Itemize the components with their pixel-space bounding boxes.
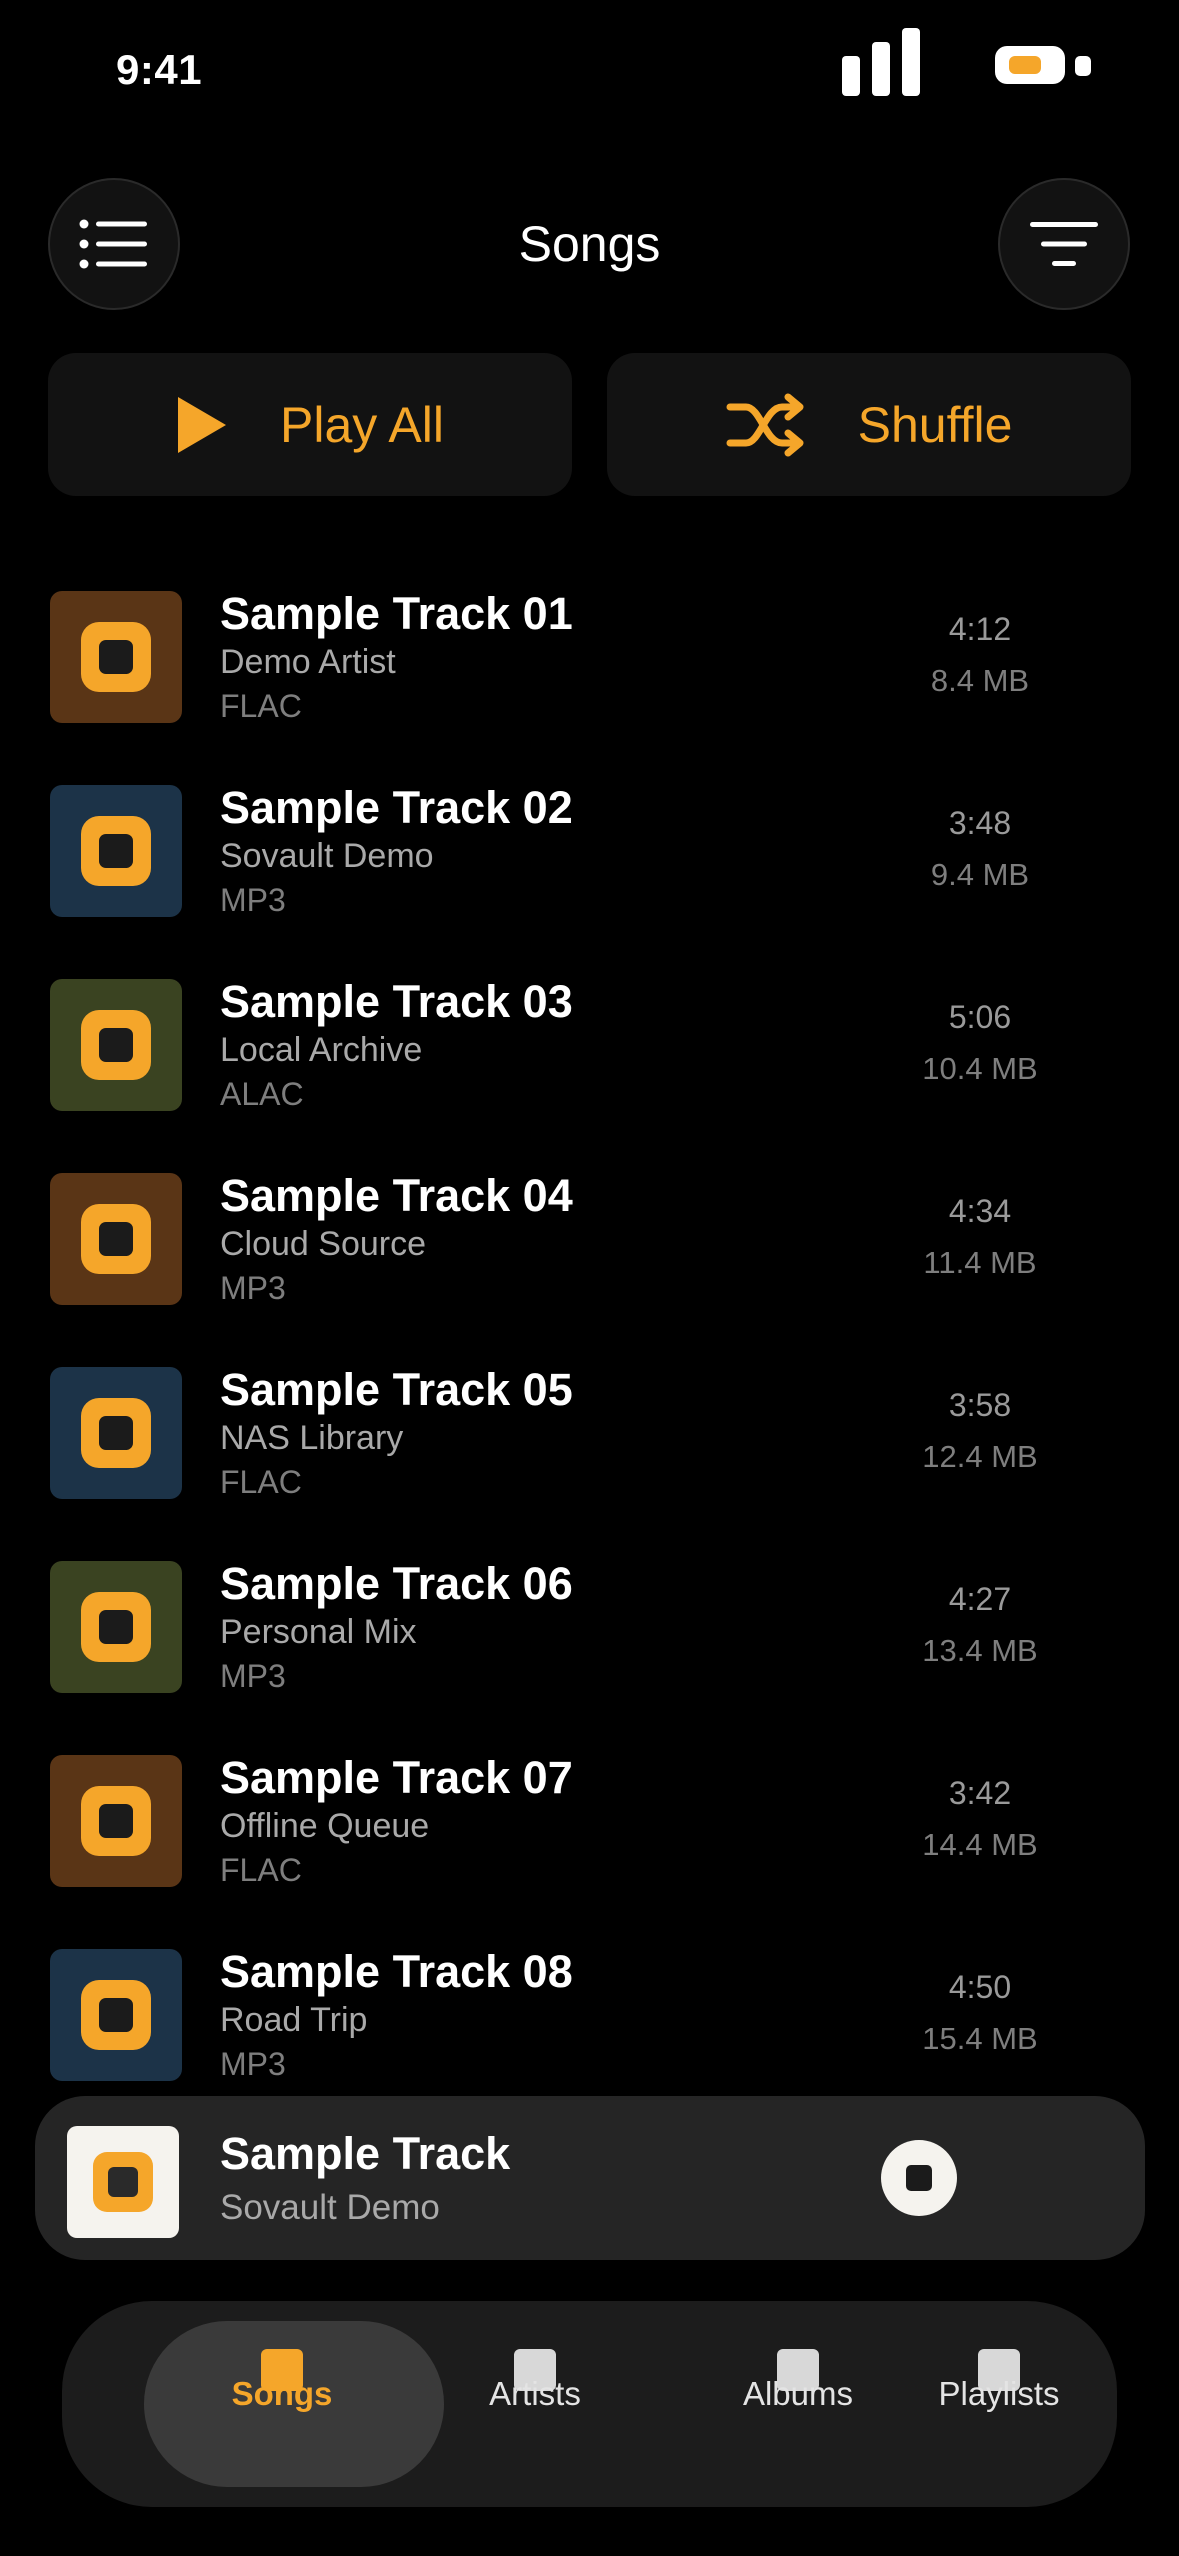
tab-bar: Songs Artists Albums Playlists xyxy=(62,2301,1117,2507)
song-row[interactable]: Sample Track 07 Offline Queue FLAC 3:42 14.4… xyxy=(0,1747,1179,1941)
song-artwork xyxy=(50,785,182,917)
play-all-label: Play All xyxy=(280,396,444,453)
song-artist: Personal Mix xyxy=(220,1613,417,1651)
song-title: Sample Track 01 xyxy=(220,588,573,639)
song-format: MP3 xyxy=(220,882,286,918)
song-duration: 5:06 xyxy=(948,999,1012,1035)
song-artist: NAS Library xyxy=(220,1419,404,1457)
song-format: MP3 xyxy=(220,1658,286,1694)
tab-label: Songs xyxy=(231,2375,333,2412)
song-row[interactable]: Sample Track 01 Demo Artist FLAC 4:12 8.4 MB xyxy=(0,583,1179,777)
shuffle-label: Shuffle xyxy=(857,396,1013,453)
battery-icon xyxy=(995,46,1065,84)
song-format: MP3 xyxy=(220,1270,286,1306)
status-time: 9:41 xyxy=(116,46,203,93)
song-artwork xyxy=(50,1367,182,1499)
song-format: FLAC xyxy=(220,1464,302,1500)
song-row[interactable]: Sample Track 05 NAS Library FLAC 3:58 12.4 M… xyxy=(0,1359,1179,1553)
song-duration: 3:48 xyxy=(948,805,1012,841)
tab-playlists[interactable]: Playlists xyxy=(879,2331,1119,2481)
song-artwork xyxy=(50,591,182,723)
song-duration: 4:12 xyxy=(948,611,1012,647)
song-format: ALAC xyxy=(220,1076,304,1112)
battery-tip xyxy=(1075,56,1091,76)
tab-songs[interactable]: Songs xyxy=(162,2331,402,2481)
tab-label: Artists xyxy=(489,2375,581,2412)
mini-player[interactable]: Sample Track Sovault Demo xyxy=(35,2096,1145,2260)
song-artist: Sovault Demo xyxy=(220,837,434,875)
song-artwork xyxy=(50,1561,182,1693)
song-title: Sample Track 04 xyxy=(220,1170,573,1221)
song-size: 8.4 MB xyxy=(930,663,1030,698)
shuffle-icon xyxy=(726,393,804,456)
song-format: FLAC xyxy=(220,1852,302,1888)
song-duration: 4:50 xyxy=(948,1969,1012,2005)
filter-icon xyxy=(1030,222,1098,266)
stop-icon xyxy=(906,2165,932,2191)
song-size: 15.4 MB xyxy=(922,2021,1038,2056)
song-duration: 3:42 xyxy=(948,1775,1012,1811)
song-artist: Cloud Source xyxy=(220,1225,427,1263)
song-artist: Offline Queue xyxy=(220,1807,430,1845)
mini-player-title: Sample Track xyxy=(220,2128,511,2179)
song-duration: 3:58 xyxy=(948,1387,1012,1423)
song-size: 10.4 MB xyxy=(922,1051,1038,1086)
song-duration: 4:27 xyxy=(948,1581,1012,1617)
song-format: FLAC xyxy=(220,688,302,724)
song-artwork xyxy=(50,1949,182,2081)
song-title: Sample Track 05 xyxy=(220,1364,573,1415)
song-title: Sample Track 06 xyxy=(220,1558,573,1609)
song-row[interactable]: Sample Track 06 Personal Mix MP3 4:27 13.4 M… xyxy=(0,1553,1179,1747)
song-artist: Local Archive xyxy=(220,1031,423,1069)
signal-icon xyxy=(842,28,922,96)
stop-button[interactable] xyxy=(881,2140,957,2216)
song-artist: Demo Artist xyxy=(220,643,396,681)
mini-player-artist: Sovault Demo xyxy=(220,2188,440,2227)
play-icon xyxy=(178,396,227,453)
song-title: Sample Track 07 xyxy=(220,1752,573,1803)
song-size: 11.4 MB xyxy=(923,1245,1037,1280)
song-size: 14.4 MB xyxy=(922,1827,1038,1862)
song-row[interactable]: Sample Track 02 Sovault Demo MP3 3:48 9.4 MB xyxy=(0,777,1179,971)
tab-label: Playlists xyxy=(938,2375,1060,2412)
tab-artists[interactable]: Artists xyxy=(415,2331,655,2481)
song-row[interactable]: Sample Track 03 Local Archive ALAC 5:06 10.4… xyxy=(0,971,1179,1165)
song-title: Sample Track 08 xyxy=(220,1946,573,1997)
shuffle-button[interactable]: Shuffle xyxy=(607,353,1131,496)
song-title: Sample Track 03 xyxy=(220,976,573,1027)
song-artist: Road Trip xyxy=(220,2001,368,2039)
song-size: 13.4 MB xyxy=(922,1633,1038,1668)
song-size: 9.4 MB xyxy=(930,857,1030,892)
song-artwork xyxy=(50,979,182,1111)
song-row[interactable]: Sample Track 04 Cloud Source MP3 4:34 11.4 M… xyxy=(0,1165,1179,1359)
song-artwork xyxy=(50,1755,182,1887)
mini-player-artwork xyxy=(67,2126,179,2238)
song-format: MP3 xyxy=(220,2046,286,2082)
song-title: Sample Track 02 xyxy=(220,782,573,833)
song-size: 12.4 MB xyxy=(922,1439,1038,1474)
song-duration: 4:34 xyxy=(948,1193,1012,1229)
sort-button[interactable] xyxy=(998,178,1130,310)
song-artwork xyxy=(50,1173,182,1305)
play-all-button[interactable]: Play All xyxy=(48,353,572,496)
